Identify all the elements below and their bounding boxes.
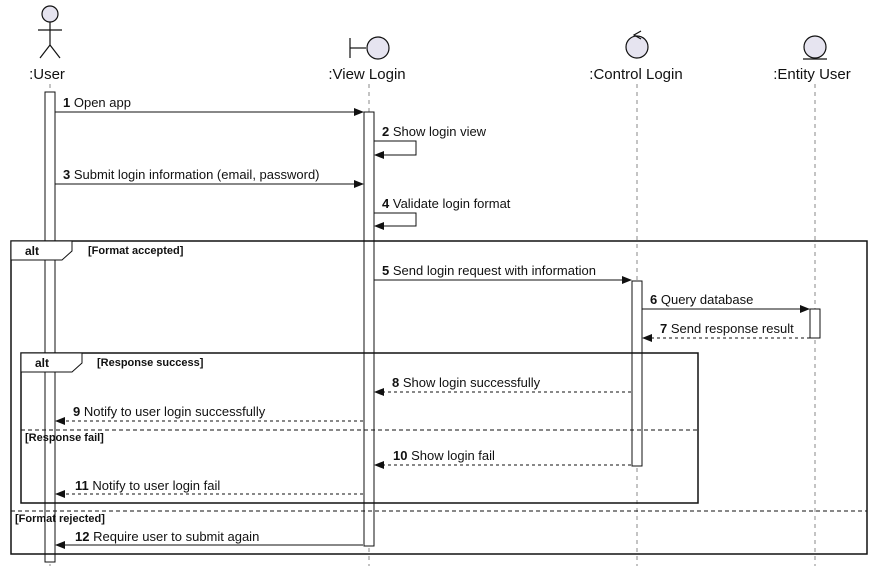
message-text: Show login view [393, 124, 487, 139]
activation-view-login [363, 111, 375, 547]
message-text: Show login fail [411, 448, 495, 463]
message-9: 9 Notify to user login successfully [55, 404, 363, 425]
actor-icon [38, 5, 62, 59]
alt-label: alt [35, 356, 49, 370]
guard-response-fail: [Response fail] [25, 432, 104, 444]
message-text: Notify to user login fail [92, 478, 220, 493]
message-number: 2 [382, 124, 389, 139]
svg-text:9 Notify to user login success: 9 Notify to user login successfully [73, 404, 266, 419]
message-number: 7 [660, 321, 667, 336]
message-number: 10 [393, 448, 407, 463]
message-4: 4 Validate login format [374, 196, 511, 230]
activation-control-login [631, 280, 643, 467]
message-number: 5 [382, 263, 389, 278]
svg-text:6 Query database: 6 Query database [650, 292, 753, 307]
message-5: 5 Send login request with information [374, 263, 632, 284]
svg-text:1 Open app: 1 Open app [63, 95, 131, 110]
message-12: 12 Require user to submit again [55, 529, 363, 549]
message-number: 3 [63, 167, 70, 182]
participant-control-login: :Control Login [589, 66, 682, 83]
message-text: Open app [74, 95, 131, 110]
svg-text:11 Notify to user login fail: 11 Notify to user login fail [75, 478, 220, 493]
guard-format-accepted: [Format accepted] [88, 245, 184, 257]
message-1: 1 Open app [55, 95, 364, 116]
message-8: 8 Show login successfully [374, 375, 631, 396]
message-number: 6 [650, 292, 657, 307]
guard-response-success: [Response success] [97, 357, 204, 369]
message-number: 12 [75, 529, 89, 544]
message-number: 9 [73, 404, 80, 419]
message-7: 7 Send response result [642, 321, 810, 342]
message-text: Show login successfully [403, 375, 541, 390]
message-text: Require user to submit again [93, 529, 259, 544]
svg-text:3 Submit login information (em: 3 Submit login information (email, passw… [63, 167, 320, 182]
message-11: 11 Notify to user login fail [55, 478, 363, 498]
message-number: 11 [75, 478, 89, 493]
message-text: Submit login information (email, passwor… [74, 167, 320, 182]
participant-view-login: :View Login [328, 66, 405, 83]
svg-text:8 Show login successfully: 8 Show login successfully [392, 375, 541, 390]
message-number: 8 [392, 375, 399, 390]
entity-icon [803, 35, 827, 60]
activation-user [44, 91, 56, 563]
svg-text:4 Validate login format: 4 Validate login format [382, 196, 511, 211]
activation-entity-user [809, 308, 821, 339]
svg-text:5 Send login request with info: 5 Send login request with information [382, 263, 596, 278]
svg-text:10 Show login fail: 10 Show login fail [393, 448, 495, 463]
message-3: 3 Submit login information (email, passw… [55, 167, 364, 188]
alt-label: alt [25, 244, 39, 258]
message-10: 10 Show login fail [374, 448, 631, 469]
guard-format-rejected: [Format rejected] [15, 513, 105, 525]
message-number: 1 [63, 95, 70, 110]
svg-text:7 Send response result: 7 Send response result [660, 321, 794, 336]
control-icon [625, 30, 649, 59]
message-2: 2 Show login view [374, 124, 487, 159]
svg-text:12 Require user to submit agai: 12 Require user to submit again [75, 529, 259, 544]
svg-text:2 Show login view: 2 Show login view [382, 124, 487, 139]
alt-fragment-format: alt [Format accepted] [Format rejected] [10, 240, 868, 555]
message-6: 6 Query database [642, 292, 810, 313]
participant-entity-user: :Entity User [773, 66, 851, 83]
sequence-diagram: :User :View Login :Control Login :Entity… [10, 5, 868, 566]
message-text: Notify to user login successfully [84, 404, 266, 419]
message-text: Validate login format [393, 196, 511, 211]
participant-user: :User [29, 66, 65, 83]
message-text: Query database [661, 292, 754, 307]
message-text: Send login request with information [393, 263, 596, 278]
message-text: Send response result [671, 321, 794, 336]
boundary-icon [349, 36, 390, 60]
